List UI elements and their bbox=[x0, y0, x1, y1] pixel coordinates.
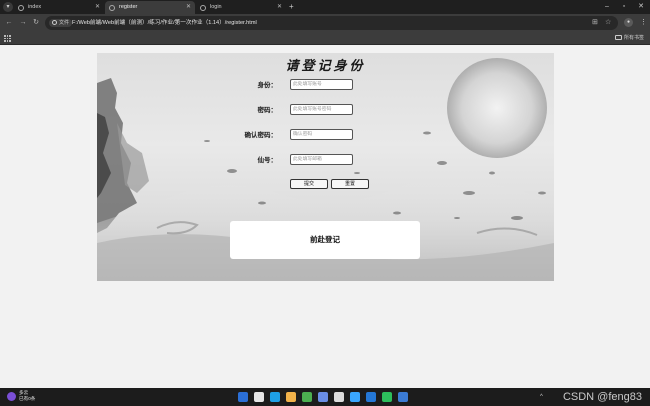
confirm-password-input[interactable] bbox=[290, 129, 353, 140]
site-info-button[interactable]: 文件 bbox=[49, 19, 73, 27]
file-explorer-icon[interactable] bbox=[286, 392, 296, 402]
reload-icon[interactable]: ↻ bbox=[31, 18, 41, 28]
account-input[interactable] bbox=[290, 79, 353, 90]
globe-icon bbox=[109, 5, 115, 11]
vscode-icon[interactable] bbox=[366, 392, 376, 402]
tab-strip: ▾ index ✕ register ✕ login ✕ + – ▫ ✕ bbox=[0, 0, 650, 14]
star-icon[interactable]: ☆ bbox=[605, 18, 611, 28]
submit-button[interactable]: 提交 bbox=[290, 179, 328, 189]
menu-icon[interactable]: ⋮ bbox=[640, 18, 647, 28]
go-login-link[interactable]: 前赴登记 bbox=[230, 221, 420, 259]
maximize-icon[interactable]: ▫ bbox=[619, 2, 629, 12]
all-bookmarks-button[interactable]: 所有书签 bbox=[614, 32, 644, 45]
mail-icon[interactable] bbox=[334, 392, 344, 402]
url-text[interactable]: F:/Web前端/Web前端（前测）/练习/作业/第一次作业（1.14）/reg… bbox=[72, 16, 257, 30]
login-card: 前赴登记 bbox=[230, 221, 420, 259]
address-bar[interactable]: 文件 F:/Web前端/Web前端（前测）/练习/作业/第一次作业（1.14）/… bbox=[45, 16, 618, 30]
password-input[interactable] bbox=[290, 104, 353, 115]
tab-title: index bbox=[28, 4, 42, 10]
tab-login[interactable]: login ✕ bbox=[196, 1, 286, 14]
search-icon[interactable] bbox=[254, 392, 264, 402]
weather-line-2: 已有0条 bbox=[19, 396, 36, 401]
tab-title: register bbox=[119, 4, 138, 10]
taskbar: 多云 已有0条 ^ bbox=[0, 388, 650, 406]
email-input[interactable] bbox=[290, 154, 353, 165]
row-password: 密码： bbox=[97, 104, 554, 116]
all-bookmarks-label: 所有书签 bbox=[623, 35, 644, 41]
weather-widget[interactable]: 多云 已有0条 bbox=[19, 390, 35, 402]
browser-toolbar: ← → ↻ 文件 F:/Web前端/Web前端（前测）/练习/作业/第一次作业（… bbox=[0, 14, 650, 32]
close-icon[interactable]: ✕ bbox=[95, 1, 100, 14]
confirm-password-label: 确认密码： bbox=[244, 131, 278, 139]
back-icon[interactable]: ← bbox=[4, 18, 14, 28]
weather-icon[interactable] bbox=[7, 392, 16, 401]
globe-icon bbox=[200, 5, 206, 11]
qq-icon[interactable] bbox=[350, 392, 360, 402]
app2-icon[interactable] bbox=[398, 392, 408, 402]
close-icon[interactable]: ✕ bbox=[186, 1, 191, 14]
edge-icon[interactable] bbox=[270, 392, 280, 402]
close-window-icon[interactable]: ✕ bbox=[636, 2, 646, 12]
forward-icon[interactable]: → bbox=[18, 18, 28, 28]
account-label: 身份： bbox=[257, 81, 278, 89]
page-title: 请登记身份 bbox=[285, 59, 366, 74]
tab-search-icon[interactable]: ▾ bbox=[3, 2, 13, 12]
tab-title: login bbox=[210, 4, 222, 10]
bookmarks-bar: 所有书签 bbox=[0, 32, 650, 45]
page-viewport: 请登记身份 身份： 密码： 确认密码： 仙号： 提交 重置 前赴登记 bbox=[0, 46, 650, 388]
start-icon[interactable] bbox=[238, 392, 248, 402]
wechat-icon[interactable] bbox=[382, 392, 392, 402]
register-panel: 请登记身份 身份： 密码： 确认密码： 仙号： 提交 重置 前赴登记 bbox=[97, 53, 554, 281]
chevron-up-icon[interactable]: ^ bbox=[540, 393, 543, 401]
info-icon bbox=[52, 19, 57, 25]
chrome-icon[interactable] bbox=[302, 392, 312, 402]
watermark: CSDN @feng83 bbox=[562, 391, 642, 403]
tab-index[interactable]: index ✕ bbox=[14, 1, 104, 14]
security-label: 文件 bbox=[59, 20, 70, 26]
globe-icon bbox=[18, 5, 24, 11]
row-email: 仙号： bbox=[97, 154, 554, 166]
app-icon[interactable] bbox=[318, 392, 328, 402]
reset-button[interactable]: 重置 bbox=[331, 179, 369, 189]
email-label: 仙号： bbox=[257, 156, 278, 164]
translate-icon[interactable]: ⊞ bbox=[592, 18, 598, 28]
new-tab-icon[interactable]: + bbox=[289, 2, 294, 12]
row-account: 身份： bbox=[97, 79, 554, 91]
profile-icon[interactable]: ● bbox=[624, 18, 633, 27]
close-icon[interactable]: ✕ bbox=[277, 1, 282, 14]
apps-icon[interactable] bbox=[4, 35, 11, 42]
minimize-icon[interactable]: – bbox=[602, 2, 612, 12]
row-confirm-password: 确认密码： bbox=[97, 129, 554, 141]
folder-icon bbox=[614, 35, 622, 40]
tab-register[interactable]: register ✕ bbox=[105, 1, 195, 14]
password-label: 密码： bbox=[257, 106, 278, 114]
